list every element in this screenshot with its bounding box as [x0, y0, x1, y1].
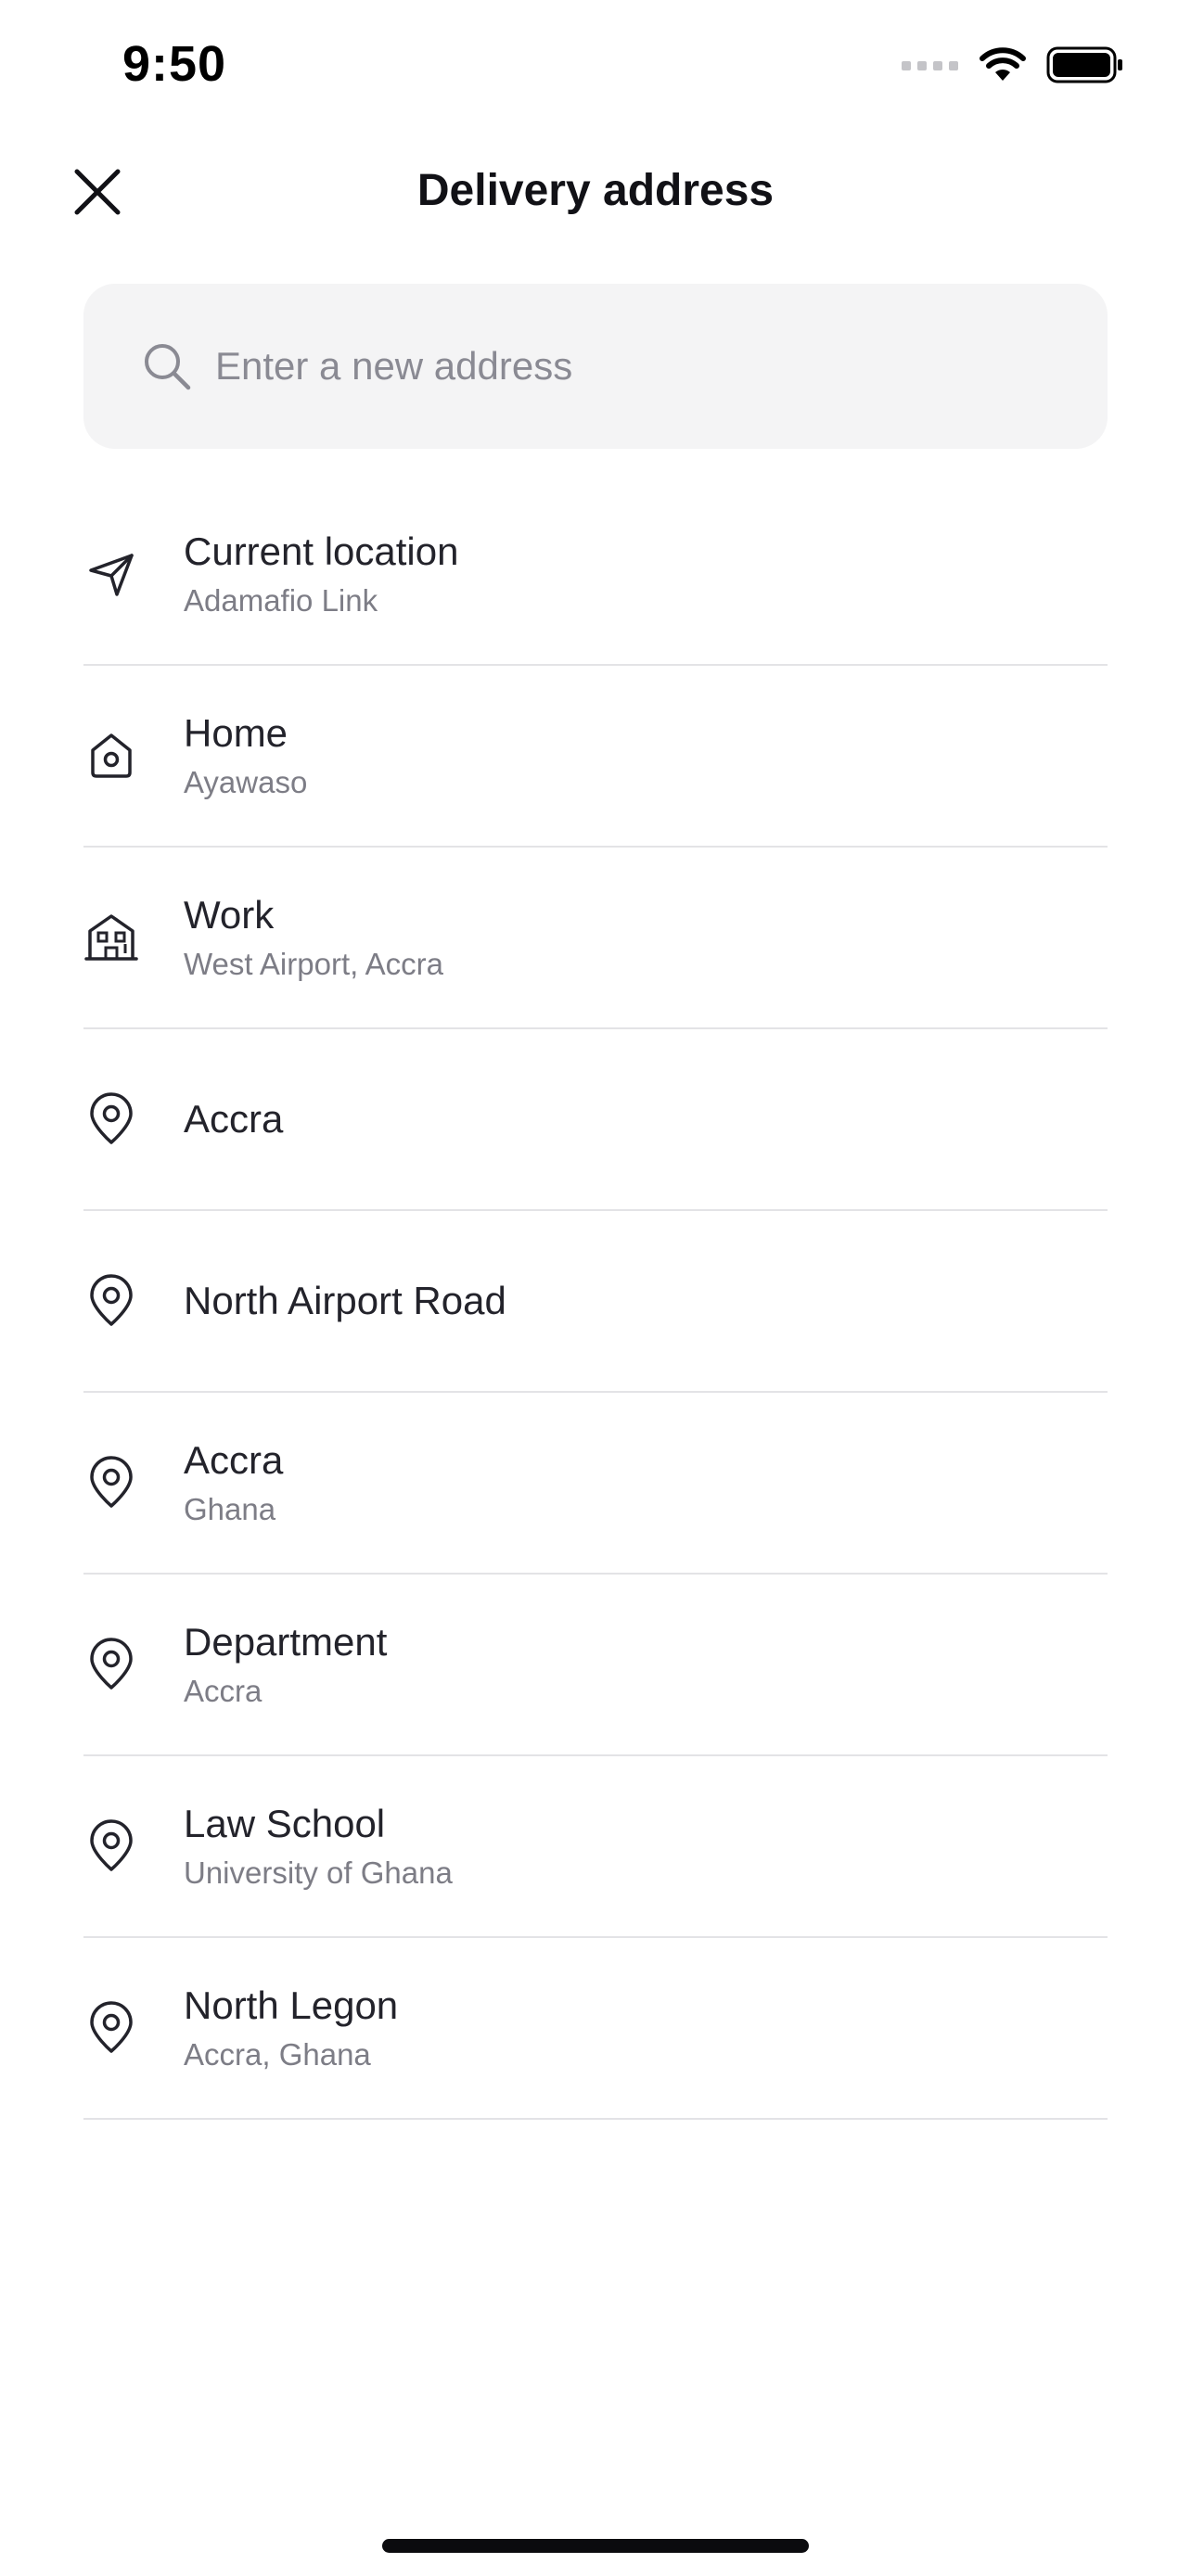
address-item[interactable]: Law School University of Ghana [83, 1756, 1108, 1938]
map-pin-icon [83, 1273, 139, 1329]
address-item[interactable]: Home Ayawaso [83, 666, 1108, 848]
address-subtitle: Ayawaso [184, 765, 308, 799]
address-subtitle: West Airport, Accra [184, 947, 443, 981]
home-icon [83, 728, 139, 784]
address-text: Accra [184, 1094, 283, 1144]
address-text: Work West Airport, Accra [184, 890, 443, 985]
status-icons [902, 46, 1124, 83]
address-subtitle: Adamafio Link [184, 583, 378, 618]
address-list: Current location Adamafio Link Home Ayawaso… [83, 484, 1108, 2120]
status-bar: 9:50 [0, 0, 1191, 139]
address-item[interactable]: Work West Airport, Accra [83, 848, 1108, 1029]
address-item[interactable]: Current location Adamafio Link [83, 484, 1108, 666]
address-title: Department [184, 1620, 388, 1664]
battery-icon [1046, 46, 1124, 83]
address-subtitle: University of Ghana [184, 1855, 453, 1890]
address-item[interactable]: Accra [83, 1029, 1108, 1211]
address-title: North Airport Road [184, 1279, 506, 1322]
address-item[interactable]: North Airport Road [83, 1211, 1108, 1393]
signal-icon [902, 57, 959, 72]
address-title: North Legon [184, 1983, 399, 2027]
address-subtitle: Accra [184, 1674, 263, 1708]
address-subtitle: Ghana [184, 1492, 276, 1526]
address-title: Law School [184, 1802, 386, 1845]
search-box[interactable] [83, 284, 1108, 449]
address-title: Work [184, 893, 275, 937]
address-item[interactable]: Department Accra [83, 1575, 1108, 1756]
page-title: Delivery address [416, 166, 775, 215]
map-pin-icon [83, 1091, 139, 1147]
address-subtitle: Accra, Ghana [184, 2037, 371, 2072]
address-item[interactable]: North Legon Accra, Ghana [83, 1938, 1108, 2120]
address-title: Accra [184, 1438, 284, 1482]
address-text: Accra Ghana [184, 1435, 283, 1530]
search-input[interactable] [213, 328, 1108, 404]
search-icon [141, 340, 193, 392]
address-text: North Legon Accra, Ghana [184, 1981, 398, 2075]
map-pin-icon [83, 2000, 139, 2056]
address-text: Home Ayawaso [184, 708, 307, 803]
address-title: Home [184, 711, 288, 755]
navigation-arrow-icon [83, 546, 139, 602]
building-icon [83, 910, 139, 965]
status-time: 9:50 [122, 36, 227, 92]
address-text: North Airport Road [184, 1276, 506, 1326]
address-title: Accra [184, 1097, 284, 1141]
header: Delivery address [0, 139, 1191, 250]
address-text: Department Accra [184, 1617, 387, 1712]
wifi-icon [980, 47, 1026, 83]
address-text: Law School University of Ghana [184, 1799, 453, 1894]
home-indicator [382, 2539, 809, 2553]
map-pin-icon [83, 1637, 139, 1692]
address-text: Current location Adamafio Link [184, 527, 458, 621]
map-pin-icon [83, 1455, 139, 1511]
map-pin-icon [83, 1818, 139, 1874]
address-title: Current location [184, 529, 459, 573]
address-item[interactable]: Accra Ghana [83, 1393, 1108, 1575]
